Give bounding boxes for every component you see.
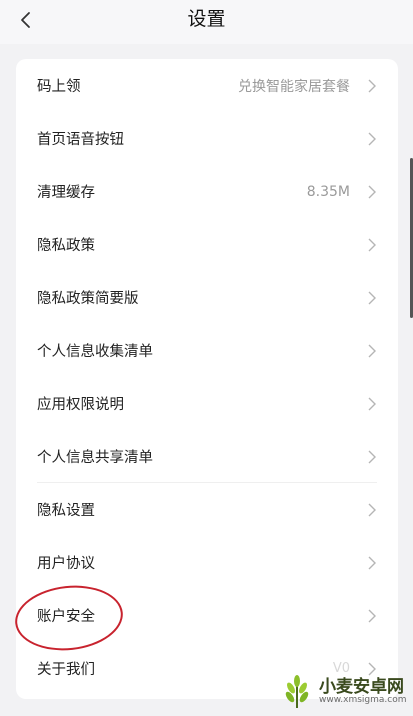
page-title: 设置: [187, 8, 226, 30]
settings-item-label: 隐私设置: [37, 503, 95, 519]
settings-item-label: 个人信息收集清单: [37, 344, 153, 360]
settings-item-label: 清理缓存: [37, 185, 95, 201]
chevron-right-icon: [366, 556, 378, 570]
chevron-right-icon: [366, 185, 378, 199]
chevron-right-icon: [366, 291, 378, 305]
settings-item-label: 个人信息共享清单: [37, 450, 153, 466]
settings-item-label: 首页语音按钮: [37, 132, 124, 148]
settings-item-label: 隐私政策简要版: [37, 291, 139, 307]
chevron-right-icon: [366, 609, 378, 623]
settings-item-personal-info-collection[interactable]: 个人信息收集清单: [16, 324, 398, 377]
watermark: 小麦安卓网 www.xmsigma.com: [279, 672, 407, 712]
watermark-name: 小麦安卓网: [319, 677, 404, 697]
settings-item-label: 关于我们: [37, 662, 95, 678]
settings-item-label: 隐私政策: [37, 238, 95, 254]
wheat-logo-icon: [285, 675, 309, 708]
settings-item-privacy-policy-brief[interactable]: 隐私政策简要版: [16, 271, 398, 324]
settings-item-app-permissions[interactable]: 应用权限说明: [16, 377, 398, 430]
settings-item-privacy-policy[interactable]: 隐私政策: [16, 218, 398, 271]
chevron-right-icon: [366, 503, 378, 517]
chevron-right-icon: [366, 450, 378, 464]
settings-item-voice-button[interactable]: 首页语音按钮: [16, 112, 398, 165]
settings-item-clear-cache[interactable]: 清理缓存 8.35M: [16, 165, 398, 218]
chevron-right-icon: [366, 397, 378, 411]
top-nav-bar: 设置: [0, 0, 413, 44]
cache-size-value: 8.35M: [306, 183, 350, 200]
settings-item-label: 应用权限说明: [37, 397, 124, 413]
watermark-url: www.xmsigma.com: [319, 695, 407, 705]
settings-item-user-agreement[interactable]: 用户协议: [16, 536, 398, 589]
settings-item-label: 用户协议: [37, 556, 95, 572]
chevron-right-icon: [366, 132, 378, 146]
settings-item-personal-info-sharing[interactable]: 个人信息共享清单: [16, 430, 398, 483]
settings-item-value: 兑换智能家居套餐: [238, 78, 350, 95]
chevron-right-icon: [366, 344, 378, 358]
settings-item-privacy-settings[interactable]: 隐私设置: [16, 483, 398, 536]
settings-item-label: 码上领: [37, 79, 81, 95]
chevron-right-icon: [366, 238, 378, 252]
chevron-right-icon: [366, 79, 378, 93]
settings-item-code-claim[interactable]: 码上领 兑换智能家居套餐: [16, 59, 398, 112]
